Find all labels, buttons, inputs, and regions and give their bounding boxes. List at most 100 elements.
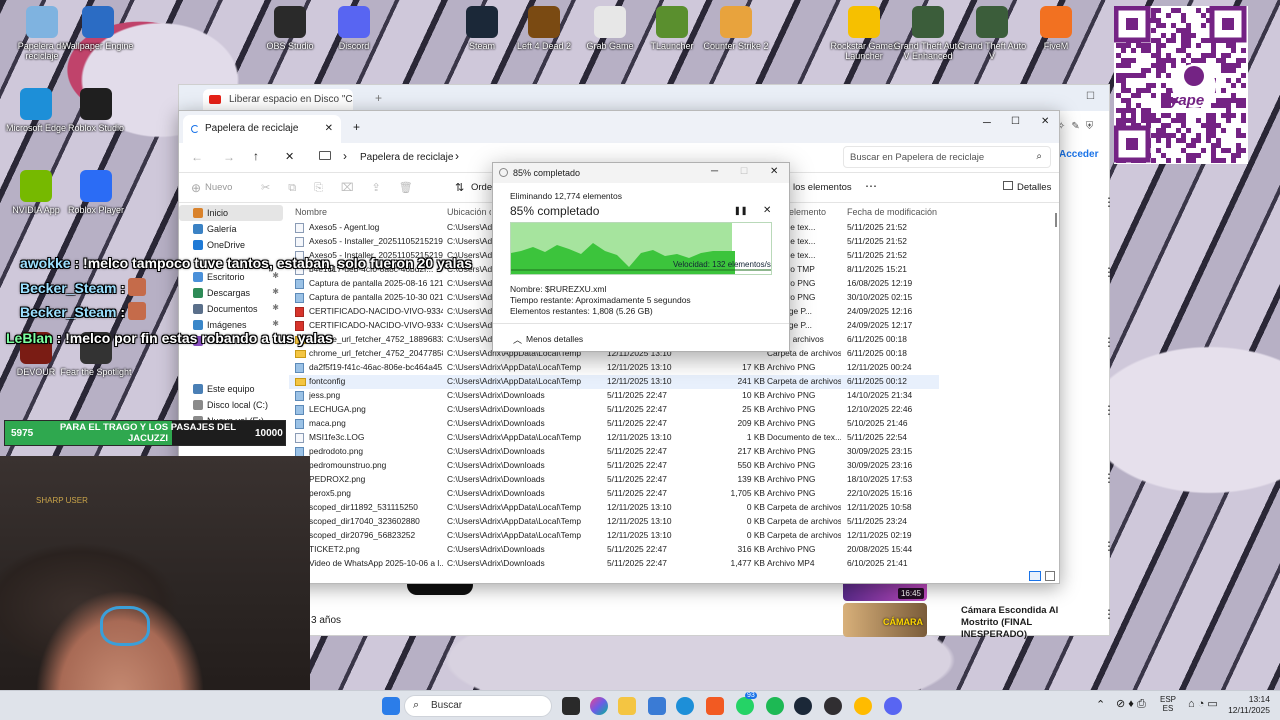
file-row[interactable]: scoped_dir20796_56823252 C:\Users\Adrix\A… (289, 529, 939, 543)
extension-icons[interactable]: ✧✎⛨ (1057, 121, 1099, 132)
desktop-icon[interactable]: Roblox Player (60, 170, 132, 215)
desktop-icon[interactable]: Left 4 Dead 2 (508, 6, 580, 51)
sign-in-button[interactable]: Acceder (1059, 149, 1098, 160)
close-tab-icon[interactable]: ✕ (325, 123, 333, 134)
column-type[interactable]: elemento (789, 207, 841, 217)
less-details-button[interactable]: Menos detalles (526, 334, 583, 344)
nav-item[interactable]: Documentos ✱ (179, 301, 283, 317)
edge-icon[interactable] (676, 697, 694, 715)
maximize-icon[interactable]: ☐ (1011, 116, 1020, 127)
whatsapp-icon[interactable]: 93 (736, 692, 757, 715)
up-icon[interactable]: ↑ (253, 149, 259, 163)
pause-button[interactable]: ❚❚ (734, 206, 747, 215)
details-view-icon[interactable] (1029, 571, 1041, 581)
file-row[interactable]: PEDROX2.png C:\Users\Adrix\Downloads 5/11/… (289, 473, 939, 487)
minimize-icon[interactable]: ─ (983, 117, 991, 129)
nav-item[interactable]: Inicio (179, 205, 283, 221)
more-options-icon[interactable]: ⋮ (1103, 471, 1115, 485)
explorer-tab[interactable]: Papelera de reciclaje ✕ (183, 115, 341, 143)
more-icon[interactable]: ⋯ (865, 179, 877, 193)
new-button[interactable]: Nuevo (205, 182, 232, 193)
file-row[interactable]: Video de WhatsApp 2025-10-06 a l... C:\Us… (289, 557, 939, 571)
back-icon[interactable]: ← (191, 150, 203, 164)
desktop-icon[interactable]: Rockstar Games Launcher (828, 6, 900, 61)
more-options-icon[interactable]: ⋮ (1103, 195, 1115, 209)
chevron-up-icon[interactable]: ⌃ (1096, 698, 1105, 711)
desktop-icon[interactable]: Grand Theft Auto V Enhanced (892, 6, 964, 61)
more-options-icon[interactable]: ⋮ (1103, 335, 1115, 349)
video-title[interactable]: Cámara Escondida Al Mostrito (FINAL INES… (961, 605, 1071, 641)
breadcrumb[interactable]: Papelera de reciclaje (360, 152, 453, 163)
file-row[interactable]: LECHUGA.png C:\Users\Adrix\Downloads 5/11/… (289, 403, 939, 417)
desktop-icon[interactable]: Counter Strike 2 (700, 6, 772, 51)
start-icon[interactable] (382, 697, 400, 715)
details-button[interactable]: Detalles (1017, 182, 1051, 193)
nav-item[interactable]: Galería (179, 221, 283, 237)
more-options-icon[interactable]: ⋮ (1103, 607, 1115, 621)
spotify-icon[interactable] (766, 697, 784, 715)
file-row[interactable]: pedromounstruo.png C:\Users\Adrix\Downloa… (289, 459, 939, 473)
brave-icon[interactable] (706, 697, 724, 715)
clock[interactable]: 13:14 12/11/2025 (1222, 694, 1270, 716)
search-input[interactable]: Buscar en Papelera de reciclaje (850, 152, 984, 163)
close-icon[interactable]: ✕ (1041, 116, 1049, 127)
new-tab-icon[interactable]: + (353, 120, 360, 134)
desktop-icon[interactable]: Roblox Studio (60, 88, 132, 133)
desktop-icon[interactable]: Wallpaper Engine (62, 6, 134, 51)
file-row[interactable]: perox5.png C:\Users\Adrix\Downloads 5/11/2… (289, 487, 939, 501)
browser-tab[interactable]: Liberar espacio en Disco "C" (203, 89, 353, 111)
maximize-icon[interactable]: ☐ (1086, 91, 1095, 102)
column-name[interactable]: Nombre (295, 207, 327, 217)
store-icon[interactable] (648, 697, 666, 715)
desktop-icon[interactable]: TLauncher (636, 6, 708, 51)
delete-progress-dialog[interactable]: 85% completado ─ ☐ ✕ Eliminando 12,774 e… (492, 162, 790, 352)
discord-icon[interactable] (884, 697, 902, 715)
more-options-icon[interactable]: ⋮ (1103, 403, 1115, 417)
more-options-icon[interactable]: ⋮ (1103, 265, 1115, 279)
nav-item[interactable]: Descargas ✱ (179, 285, 283, 301)
language-indicator[interactable]: ESP ES (1160, 695, 1176, 713)
file-row[interactable]: MSI1fe3c.LOG C:\Users\Adrix\AppData\Local… (289, 431, 939, 445)
more-options-icon[interactable]: ⋮ (1103, 539, 1115, 553)
new-tab-icon[interactable]: + (375, 91, 382, 105)
tray-icons[interactable]: ⊘ ♦ ⎙ (1116, 697, 1146, 711)
copilot-icon[interactable] (590, 697, 608, 715)
file-row[interactable]: maca.png C:\Users\Adrix\Downloads 5/11/202… (289, 417, 939, 431)
cancel-icon[interactable]: ✕ (763, 205, 771, 216)
file-explorer-icon[interactable] (618, 697, 636, 715)
restore-all-button[interactable]: los elementos (793, 182, 852, 193)
taskbar-search-input[interactable]: Buscar (431, 700, 462, 711)
nav-item[interactable]: Disco local (C:) (179, 397, 283, 413)
file-row[interactable]: scoped_dir17040_323602880 C:\Users\Adrix\… (289, 515, 939, 529)
network-volume-battery-icons[interactable]: ⌂ ◔ ▭ (1188, 697, 1218, 710)
file-row[interactable]: da2f5f19-f41c-46ac-806e-bc464a45... C:\Us… (289, 361, 939, 375)
taskbar-search[interactable]: ⌕ Buscar (404, 695, 552, 717)
close-icon[interactable]: ✕ (770, 166, 778, 177)
scrollbar[interactable] (1055, 213, 1057, 227)
file-row[interactable]: TICKET2.png C:\Users\Adrix\Downloads 5/11/… (289, 543, 939, 557)
search-box[interactable]: Buscar en Papelera de reciclaje ⌕ (843, 146, 1051, 168)
nav-item[interactable]: Este equipo (179, 381, 283, 397)
minimize-icon[interactable]: ─ (711, 166, 718, 177)
desktop-icon[interactable]: OBS Studio (254, 6, 326, 51)
clipboard-icons[interactable]: ✂⧉⎘⌧⇪🗑 (261, 181, 431, 195)
game-icon[interactable] (854, 697, 872, 715)
desktop-icon[interactable]: Grand Theft Auto V (956, 6, 1028, 61)
task-view-icon[interactable] (562, 697, 580, 715)
desktop-icon[interactable]: Discord (318, 6, 390, 51)
obs-icon[interactable] (824, 697, 842, 715)
file-row[interactable]: fontconfig C:\Users\Adrix\AppData\Local\T… (289, 375, 939, 389)
file-row[interactable]: scoped_dir11892_531115250 C:\Users\Adrix\… (289, 501, 939, 515)
desktop-icon[interactable]: FiveM (1020, 6, 1092, 51)
file-row[interactable]: jess.png C:\Users\Adrix\Downloads 5/11/202… (289, 389, 939, 403)
tiles-view-icon[interactable] (1045, 571, 1055, 581)
video-thumbnail[interactable]: CÁMARA (843, 603, 927, 637)
steam-icon[interactable] (794, 697, 812, 715)
nav-item[interactable]: OneDrive (179, 237, 283, 253)
column-location[interactable]: Ubicación or (447, 207, 491, 217)
forward-icon[interactable]: → (223, 150, 235, 164)
stop-icon[interactable]: ✕ (285, 150, 294, 163)
column-modified[interactable]: Fecha de modificación (847, 207, 937, 217)
nav-item[interactable]: Escritorio ✱ (179, 269, 283, 285)
file-row[interactable]: pedrodoto.png C:\Users\Adrix\Downloads 5/1… (289, 445, 939, 459)
